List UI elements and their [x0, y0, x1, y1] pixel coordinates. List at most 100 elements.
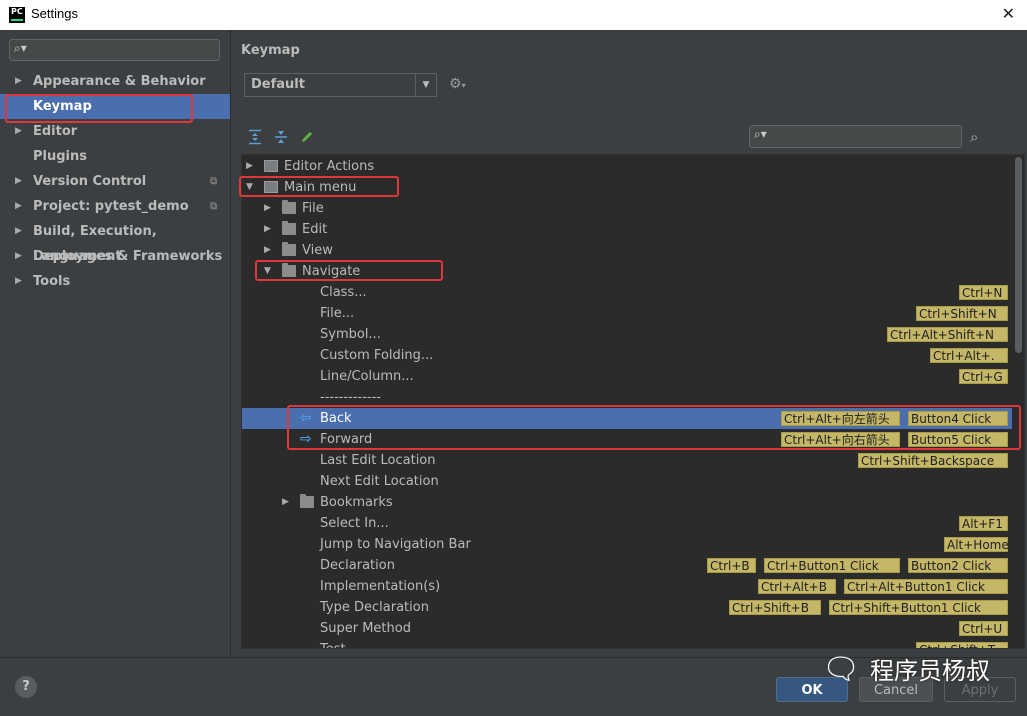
shortcut-badge: Ctrl+U: [959, 621, 1008, 636]
apply-button[interactable]: Apply: [944, 677, 1016, 702]
folder-icon: [282, 263, 296, 277]
tree-row-label: Forward: [320, 432, 373, 447]
tree-row[interactable]: Last Edit Location Ctrl+Shift+Backspace: [242, 450, 1012, 471]
chevron-right-icon[interactable]: ▶: [246, 156, 253, 177]
shortcut-badge: Ctrl+Shift+T: [916, 642, 1008, 648]
chevron-right-icon[interactable]: ▶: [264, 240, 271, 261]
sidebar-item[interactable]: Plugins: [0, 144, 230, 169]
tree-row-label: File: [302, 201, 324, 216]
keymap-panel: Keymap Default ▼ ⚙▾ ⌕▾ ⌕ Test Ctrl+Shift+…: [231, 30, 1027, 657]
chevron-right-icon[interactable]: ▶: [15, 169, 22, 194]
sidebar-item[interactable]: ▶ Project: pytest_demo ⧉: [0, 194, 230, 219]
keymap-scheme-value: Default: [251, 77, 305, 92]
shortcut-badge: Button2 Click: [908, 558, 1008, 573]
chevron-right-icon[interactable]: ▶: [15, 119, 22, 144]
shortcut-badge: Ctrl+G: [959, 369, 1008, 384]
tree-row-label: Line/Column...: [320, 369, 414, 384]
tree-row[interactable]: ▶ Bookmarks: [242, 492, 1012, 513]
close-icon[interactable]: ✕: [1002, 4, 1015, 23]
chevron-down-icon[interactable]: ▼: [264, 261, 271, 282]
tree-row[interactable]: Custom Folding... Ctrl+Alt+.: [242, 345, 1012, 366]
sidebar-item-label: Project: pytest_demo: [33, 199, 189, 214]
pycharm-app-icon: PC: [9, 7, 25, 23]
search-icon: ⌕▾: [754, 127, 767, 141]
tree-row[interactable]: ⇨ Forward Button5 Click Ctrl+Alt+向右箭头: [242, 429, 1012, 450]
back-arrow-icon: ⇦: [300, 410, 312, 426]
settings-sidebar: ⌕▾ ▶ Appearance & Behavior Keymap ▶ Editor Pl…: [0, 30, 231, 657]
shortcut-badge: Ctrl+Alt+B: [758, 579, 836, 594]
sidebar-item[interactable]: ▶ Version Control ⧉: [0, 169, 230, 194]
tree-row[interactable]: Symbol... Ctrl+Alt+Shift+N: [242, 324, 1012, 345]
tree-row-label: Test: [320, 639, 346, 648]
action-search-input[interactable]: ⌕▾: [749, 125, 962, 148]
keymap-scheme-select[interactable]: Default ▼: [244, 73, 437, 97]
tree-row[interactable]: Jump to Navigation Bar Alt+Home: [242, 534, 1012, 555]
sidebar-item-label: Editor: [33, 124, 78, 139]
collapse-all-icon[interactable]: [273, 129, 289, 145]
help-button[interactable]: ?: [15, 676, 37, 698]
sidebar-item[interactable]: ▶ Languages & Frameworks: [0, 244, 230, 269]
tree-row-label: Edit: [302, 222, 328, 237]
tree-row-label: Class...: [320, 285, 367, 300]
shortcut-badge: Button4 Click: [908, 411, 1008, 426]
page-title: Keymap: [241, 43, 300, 58]
sidebar-item[interactable]: ▶ Tools: [0, 269, 230, 294]
tree-row[interactable]: ▶ View: [242, 240, 1012, 261]
sidebar-item[interactable]: Keymap: [0, 94, 230, 119]
chevron-right-icon[interactable]: ▶: [264, 219, 271, 240]
tree-row-label: Implementation(s): [320, 579, 441, 594]
tree-row[interactable]: Type Declaration Ctrl+Shift+Button1 Click…: [242, 597, 1012, 618]
tree-row[interactable]: Class... Ctrl+N: [242, 282, 1012, 303]
tree-scrollbar[interactable]: [1015, 157, 1022, 353]
shortcut-badge: Ctrl+Button1 Click: [764, 558, 900, 573]
forward-arrow-icon: ⇨: [300, 431, 312, 447]
tree-row[interactable]: ▶ Editor Actions: [242, 156, 1012, 177]
tree-row-label: Back: [320, 411, 352, 426]
chevron-right-icon[interactable]: ▶: [15, 269, 22, 294]
chevron-right-icon[interactable]: ▶: [15, 244, 22, 269]
tree-row-label: File...: [320, 306, 355, 321]
tree-row[interactable]: Select In... Alt+F1: [242, 513, 1012, 534]
tree-row[interactable]: ▼ Main menu: [242, 177, 1012, 198]
ok-button[interactable]: OK: [776, 677, 848, 702]
chevron-right-icon[interactable]: ▶: [15, 69, 22, 94]
shortcut-badge: Ctrl+Alt+向左箭头: [781, 411, 900, 426]
tree-row[interactable]: Test Ctrl+Shift+T: [242, 639, 1012, 648]
sidebar-item-label: Tools: [33, 274, 71, 289]
sidebar-item[interactable]: ▶ Build, Execution, Deployment: [0, 219, 230, 264]
find-by-shortcut-icon[interactable]: ⌕: [970, 128, 978, 146]
tree-row[interactable]: Super Method Ctrl+U: [242, 618, 1012, 639]
shortcut-badge: Ctrl+N: [959, 285, 1008, 300]
tree-row[interactable]: ▶ File: [242, 198, 1012, 219]
tree-row[interactable]: Line/Column... Ctrl+G: [242, 366, 1012, 387]
tree-row[interactable]: -------------: [242, 387, 1012, 408]
tree-row[interactable]: ⇦ Back Button4 Click Ctrl+Alt+向左箭头: [242, 408, 1012, 429]
chevron-right-icon[interactable]: ▶: [282, 492, 289, 513]
chevron-down-icon[interactable]: ▼: [246, 177, 253, 198]
expand-all-icon[interactable]: [247, 129, 263, 145]
cancel-button[interactable]: Cancel: [859, 677, 933, 702]
gear-icon[interactable]: ⚙▾: [449, 76, 466, 92]
sidebar-item[interactable]: ▶ Editor: [0, 119, 230, 144]
chevron-right-icon[interactable]: ▶: [15, 219, 22, 244]
shortcut-badge: Ctrl+Alt+向右箭头: [781, 432, 900, 447]
tree-row[interactable]: Next Edit Location: [242, 471, 1012, 492]
sidebar-item-label: Plugins: [33, 149, 87, 164]
sidebar-search-input[interactable]: ⌕▾: [9, 39, 220, 61]
tree-row[interactable]: File... Ctrl+Shift+N: [242, 303, 1012, 324]
tree-row[interactable]: ▶ Edit: [242, 219, 1012, 240]
dialog-footer: ? OK Cancel Apply: [0, 657, 1027, 716]
editor-actions-icon: [264, 160, 278, 172]
shortcut-badge: Ctrl+Alt+Button1 Click: [844, 579, 1008, 594]
edit-pencil-icon[interactable]: [299, 129, 315, 145]
project-level-icon: ⧉: [210, 176, 218, 187]
tree-row[interactable]: ▼ Navigate: [242, 261, 1012, 282]
chevron-right-icon[interactable]: ▶: [264, 198, 271, 219]
shortcut-badge: Alt+F1: [959, 516, 1008, 531]
sidebar-item[interactable]: ▶ Appearance & Behavior: [0, 69, 230, 94]
tree-row[interactable]: Declaration Button2 Click Ctrl+Button1 Cli…: [242, 555, 1012, 576]
chevron-right-icon[interactable]: ▶: [15, 194, 22, 219]
project-level-icon: ⧉: [210, 201, 218, 212]
shortcut-badge: Ctrl+Shift+Backspace: [858, 453, 1008, 468]
tree-row[interactable]: Implementation(s) Ctrl+Alt+Button1 Click C…: [242, 576, 1012, 597]
